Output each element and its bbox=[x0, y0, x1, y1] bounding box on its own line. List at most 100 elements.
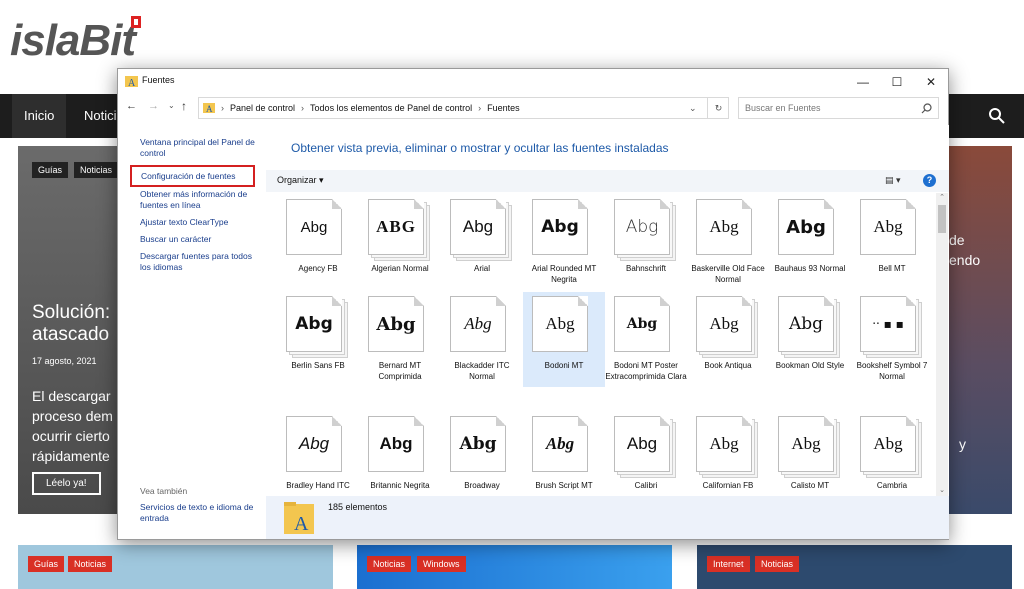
bottom-card-1[interactable]: Guías Noticias bbox=[18, 545, 333, 589]
link-control-panel-home[interactable]: Ventana principal del Panel de control bbox=[140, 137, 262, 159]
vertical-scrollbar[interactable]: ⌃ ⌄ bbox=[936, 193, 948, 496]
hero-tag-noticias[interactable]: Noticias bbox=[74, 162, 118, 178]
address-box[interactable]: A › Panel de control › Todos los element… bbox=[198, 97, 729, 119]
font-tile[interactable]: Abg Cambria bbox=[851, 412, 933, 496]
font-sample: Abg bbox=[778, 199, 834, 255]
search-placeholder: Buscar en Fuentes bbox=[745, 103, 821, 113]
font-preview-icon: Abg bbox=[696, 296, 758, 358]
link-more-font-info[interactable]: Obtener más información de fuentes en lí… bbox=[140, 189, 262, 211]
hero-card[interactable]: Guías Noticias Solución: atascado 17 ago… bbox=[18, 146, 118, 514]
read-more-button[interactable]: Léelo ya! bbox=[32, 472, 101, 495]
fonts-folder-large-icon: A bbox=[284, 502, 314, 534]
font-tile[interactable]: Abg Calibri bbox=[605, 412, 687, 496]
fonts-folder-small-icon: A bbox=[203, 103, 215, 114]
view-options-icon[interactable]: ▤ ▾ bbox=[885, 175, 901, 186]
address-bar-row: ← → ⌄ ↑ A › Panel de control › Todos los… bbox=[118, 95, 948, 121]
nav-inicio[interactable]: Inicio bbox=[12, 94, 67, 138]
font-tile[interactable]: Abg Agency FB bbox=[277, 195, 359, 290]
link-text-input-services[interactable]: Servicios de texto e idioma de entrada bbox=[140, 502, 262, 524]
breadcrumb-fonts[interactable]: Fuentes bbox=[487, 103, 520, 113]
card1-tag2[interactable]: Noticias bbox=[68, 556, 113, 572]
title-bar[interactable]: A Fuentes — ☐ ✕ bbox=[118, 69, 948, 95]
scroll-up-icon[interactable]: ⌃ bbox=[937, 193, 947, 203]
hero-title[interactable]: Solución: atascado bbox=[32, 302, 118, 346]
font-tile[interactable]: Abg Blackadder ITC Normal bbox=[441, 292, 523, 387]
card2-tag2[interactable]: Windows bbox=[417, 556, 466, 572]
bottom-card-2[interactable]: Noticias Windows bbox=[357, 545, 672, 589]
font-tile[interactable]: Abg Arial Rounded MT Negrita bbox=[523, 195, 605, 290]
fonts-folder-icon: A bbox=[125, 76, 138, 88]
font-tile[interactable]: Abg Berlin Sans FB bbox=[277, 292, 359, 387]
font-preview-icon: Abg bbox=[532, 296, 594, 352]
font-tile[interactable]: Abg Baskerville Old Face Normal bbox=[687, 195, 769, 290]
help-icon[interactable]: ? bbox=[923, 174, 936, 187]
font-name: Bell MT bbox=[878, 264, 906, 273]
font-tile[interactable]: Abg Californian FB bbox=[687, 412, 769, 496]
font-tile[interactable]: Abg Bernard MT Comprimida bbox=[359, 292, 441, 387]
card1-tag1[interactable]: Guías bbox=[28, 556, 65, 572]
font-name: Bernard MT Comprimida bbox=[378, 361, 422, 381]
back-arrow-icon[interactable]: ← bbox=[126, 100, 137, 112]
font-sample: Abg bbox=[614, 416, 670, 472]
site-logo[interactable]: islaBit bbox=[10, 0, 142, 66]
font-sample: Abg bbox=[778, 416, 834, 472]
link-character-map[interactable]: Buscar un carácter bbox=[140, 234, 262, 245]
refresh-icon[interactable]: ↻ bbox=[707, 98, 729, 118]
font-name: Arial Rounded MT Negrita bbox=[531, 264, 597, 284]
scroll-down-icon[interactable]: ⌄ bbox=[937, 486, 947, 496]
card3-tag2[interactable]: Noticias bbox=[755, 556, 800, 572]
see-also-label: Vea también bbox=[140, 486, 188, 496]
font-preview-icon: Abg bbox=[450, 296, 512, 352]
font-tile[interactable]: Abg Bookman Old Style bbox=[769, 292, 851, 387]
up-arrow-icon[interactable]: ↑ bbox=[181, 99, 187, 113]
font-tile[interactable]: Abg Bodoni MT bbox=[523, 292, 605, 387]
font-tile[interactable]: Abg Bodoni MT Poster Extracomprimida Clar… bbox=[605, 292, 687, 387]
bottom-card-3[interactable]: Internet Noticias bbox=[697, 545, 1012, 589]
font-name: Bradley Hand ITC bbox=[286, 481, 350, 490]
font-tile[interactable]: Abg Brush Script MT bbox=[523, 412, 605, 496]
font-tile[interactable]: Abg Calisto MT bbox=[769, 412, 851, 496]
font-tile[interactable]: ‧‧ ▪ ▪ Bookshelf Symbol 7 Normal bbox=[851, 292, 933, 387]
font-tile[interactable]: Abg Book Antiqua bbox=[687, 292, 769, 387]
font-tile[interactable]: Abg Bauhaus 93 Normal bbox=[769, 195, 851, 290]
forward-arrow-icon[interactable]: → bbox=[148, 100, 159, 112]
search-icon[interactable] bbox=[988, 107, 1006, 125]
font-tile[interactable]: Abg Arial bbox=[441, 195, 523, 290]
font-tile[interactable]: Abg Broadway bbox=[441, 412, 523, 496]
font-name: Algerian Normal bbox=[371, 264, 429, 273]
card2-tag1[interactable]: Noticias bbox=[367, 556, 412, 572]
search-input[interactable]: Buscar en Fuentes bbox=[738, 97, 939, 119]
main-pane: Obtener vista previa, eliminar o mostrar… bbox=[266, 125, 949, 496]
hero-date: 17 agosto, 2021 bbox=[32, 356, 97, 366]
link-cleartype[interactable]: Ajustar texto ClearType bbox=[140, 217, 262, 228]
svg-text:A: A bbox=[128, 78, 136, 88]
right-card-text2: endo bbox=[949, 252, 981, 268]
breadcrumb-panel[interactable]: Panel de control bbox=[230, 103, 295, 113]
font-preview-icon: Abg bbox=[614, 296, 676, 352]
logo-dot bbox=[131, 16, 142, 28]
font-sample: Abg bbox=[368, 416, 424, 472]
hero-tag-guias[interactable]: Guías bbox=[32, 162, 69, 178]
font-tile[interactable]: Abg Bell MT bbox=[851, 195, 933, 290]
font-tile[interactable]: Abg Bahnschrift bbox=[605, 195, 687, 290]
minimize-button[interactable]: — bbox=[846, 69, 880, 95]
card3-tag1[interactable]: Internet bbox=[707, 556, 750, 572]
link-download-fonts[interactable]: Descargar fuentes para todos los idiomas bbox=[140, 251, 262, 273]
breadcrumb-sep-icon: › bbox=[301, 103, 305, 113]
font-name: Blackadder ITC Normal bbox=[454, 361, 510, 381]
address-dropdown-icon[interactable]: ⌄ bbox=[689, 103, 697, 114]
breadcrumb-all-items[interactable]: Todos los elementos de Panel de control bbox=[310, 103, 472, 113]
font-tile[interactable]: ABG Algerian Normal bbox=[359, 195, 441, 290]
search-icon[interactable] bbox=[921, 103, 932, 114]
link-font-settings[interactable]: Configuración de fuentes bbox=[130, 165, 255, 187]
organize-button[interactable]: Organizar ▾ bbox=[277, 175, 324, 186]
right-card[interactable]: de endo y bbox=[949, 146, 1012, 514]
fonts-grid: Abg Agency FB ABG Algerian Normal Abg Arial Ab… bbox=[266, 193, 936, 496]
close-button[interactable]: ✕ bbox=[914, 69, 948, 95]
breadcrumb-sep-icon: › bbox=[478, 103, 482, 113]
recent-chevron-icon[interactable]: ⌄ bbox=[168, 101, 175, 110]
scroll-thumb[interactable] bbox=[938, 205, 946, 233]
maximize-button[interactable]: ☐ bbox=[880, 69, 914, 95]
font-tile[interactable]: Abg Britannic Negrita bbox=[359, 412, 441, 496]
font-tile[interactable]: Abg Bradley Hand ITC bbox=[277, 412, 359, 496]
